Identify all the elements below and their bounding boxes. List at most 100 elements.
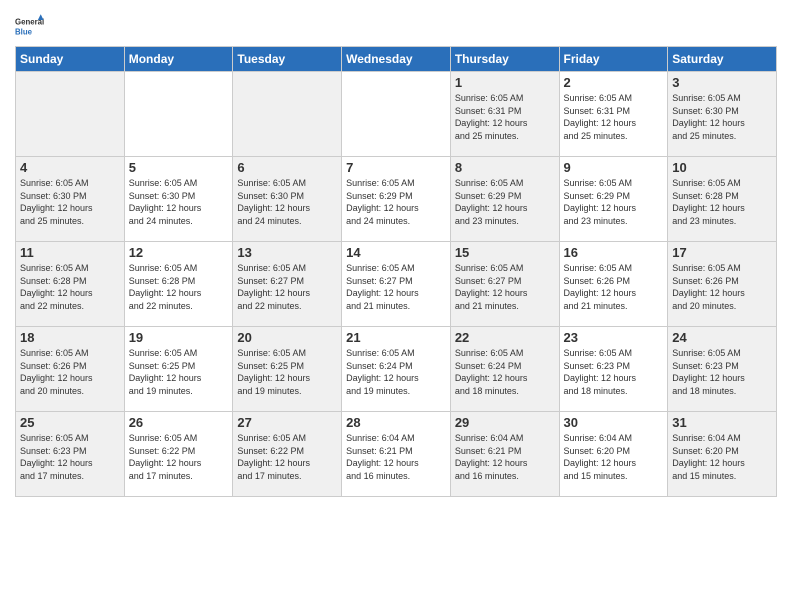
day-info: Sunrise: 6:05 AM Sunset: 6:28 PM Dayligh…	[129, 262, 229, 312]
day-info: Sunrise: 6:04 AM Sunset: 6:20 PM Dayligh…	[564, 432, 664, 482]
calendar-day-cell: 15 Sunrise: 6:05 AM Sunset: 6:27 PM Dayli…	[450, 242, 559, 327]
weekday-header-row: SundayMondayTuesdayWednesdayThursdayFrid…	[16, 47, 777, 72]
day-number: 24	[672, 330, 772, 345]
day-number: 30	[564, 415, 664, 430]
day-info: Sunrise: 6:05 AM Sunset: 6:30 PM Dayligh…	[237, 177, 337, 227]
logo: General Blue	[15, 10, 45, 40]
calendar-day-cell: 29 Sunrise: 6:04 AM Sunset: 6:21 PM Dayli…	[450, 412, 559, 497]
day-info: Sunrise: 6:05 AM Sunset: 6:25 PM Dayligh…	[129, 347, 229, 397]
weekday-header: Monday	[124, 47, 233, 72]
day-info: Sunrise: 6:05 AM Sunset: 6:31 PM Dayligh…	[455, 92, 555, 142]
calendar-week-row: 1 Sunrise: 6:05 AM Sunset: 6:31 PM Daylig…	[16, 72, 777, 157]
day-info: Sunrise: 6:05 AM Sunset: 6:23 PM Dayligh…	[672, 347, 772, 397]
calendar-day-cell: 23 Sunrise: 6:05 AM Sunset: 6:23 PM Dayli…	[559, 327, 668, 412]
calendar-day-cell: 14Sunrise: 6:05 AM Sunset: 6:27 PM Dayli…	[342, 242, 451, 327]
day-info: Sunrise: 6:05 AM Sunset: 6:29 PM Dayligh…	[455, 177, 555, 227]
day-number: 25	[20, 415, 120, 430]
day-number: 17	[672, 245, 772, 260]
calendar-day-cell: 3 Sunrise: 6:05 AM Sunset: 6:30 PM Daylig…	[668, 72, 777, 157]
day-info: Sunrise: 6:05 AM Sunset: 6:30 PM Dayligh…	[129, 177, 229, 227]
day-info: Sunrise: 6:05 AM Sunset: 6:30 PM Dayligh…	[20, 177, 120, 227]
day-info: Sunrise: 6:05 AM Sunset: 6:25 PM Dayligh…	[237, 347, 337, 397]
day-info: Sunrise: 6:05 AM Sunset: 6:29 PM Dayligh…	[346, 177, 446, 227]
day-number: 9	[564, 160, 664, 175]
day-info: Sunrise: 6:05 AM Sunset: 6:23 PM Dayligh…	[20, 432, 120, 482]
calendar-day-cell: 11Sunrise: 6:05 AM Sunset: 6:28 PM Dayli…	[16, 242, 125, 327]
day-info: Sunrise: 6:05 AM Sunset: 6:28 PM Dayligh…	[672, 177, 772, 227]
calendar-day-cell: 21 Sunrise: 6:05 AM Sunset: 6:24 PM Dayli…	[342, 327, 451, 412]
header: General Blue	[15, 10, 777, 40]
day-number: 19	[129, 330, 229, 345]
day-number: 8	[455, 160, 555, 175]
calendar-table: SundayMondayTuesdayWednesdayThursdayFrid…	[15, 46, 777, 497]
day-number: 13	[237, 245, 337, 260]
calendar-day-cell: 16 Sunrise: 6:05 AM Sunset: 6:26 PM Dayli…	[559, 242, 668, 327]
calendar-container: General Blue SundayMondayTuesdayWednesda…	[0, 0, 792, 502]
calendar-day-cell: 6 Sunrise: 6:05 AM Sunset: 6:30 PM Daylig…	[233, 157, 342, 242]
day-info: Sunrise: 6:05 AM Sunset: 6:26 PM Dayligh…	[20, 347, 120, 397]
weekday-header: Wednesday	[342, 47, 451, 72]
day-number: 16	[564, 245, 664, 260]
day-number: 22	[455, 330, 555, 345]
calendar-day-cell: 8 Sunrise: 6:05 AM Sunset: 6:29 PM Daylig…	[450, 157, 559, 242]
day-number: 18	[20, 330, 120, 345]
day-number: 31	[672, 415, 772, 430]
day-info: Sunrise: 6:05 AM Sunset: 6:30 PM Dayligh…	[672, 92, 772, 142]
day-number: 29	[455, 415, 555, 430]
calendar-day-cell: 1 Sunrise: 6:05 AM Sunset: 6:31 PM Daylig…	[450, 72, 559, 157]
day-number: 2	[564, 75, 664, 90]
calendar-week-row: 18 Sunrise: 6:05 AM Sunset: 6:26 PM Dayli…	[16, 327, 777, 412]
day-number: 10	[672, 160, 772, 175]
day-info: Sunrise: 6:05 AM Sunset: 6:27 PM Dayligh…	[455, 262, 555, 312]
calendar-day-cell: 27Sunrise: 6:05 AM Sunset: 6:22 PM Dayli…	[233, 412, 342, 497]
calendar-day-cell: 22 Sunrise: 6:05 AM Sunset: 6:24 PM Dayli…	[450, 327, 559, 412]
calendar-day-cell: 24 Sunrise: 6:05 AM Sunset: 6:23 PM Dayli…	[668, 327, 777, 412]
day-number: 27	[237, 415, 337, 430]
day-number: 21	[346, 330, 446, 345]
calendar-day-cell: 13 Sunrise: 6:05 AM Sunset: 6:27 PM Dayli…	[233, 242, 342, 327]
day-number: 23	[564, 330, 664, 345]
day-info: Sunrise: 6:04 AM Sunset: 6:21 PM Dayligh…	[455, 432, 555, 482]
calendar-day-cell: 20 Sunrise: 6:05 AM Sunset: 6:25 PM Dayli…	[233, 327, 342, 412]
logo-icon: General Blue	[15, 10, 45, 40]
svg-text:Blue: Blue	[15, 27, 33, 36]
calendar-day-cell	[124, 72, 233, 157]
day-info: Sunrise: 6:05 AM Sunset: 6:23 PM Dayligh…	[564, 347, 664, 397]
weekday-header: Thursday	[450, 47, 559, 72]
day-number: 3	[672, 75, 772, 90]
calendar-day-cell: 9 Sunrise: 6:05 AM Sunset: 6:29 PM Daylig…	[559, 157, 668, 242]
calendar-day-cell	[16, 72, 125, 157]
calendar-week-row: 25 Sunrise: 6:05 AM Sunset: 6:23 PM Dayli…	[16, 412, 777, 497]
calendar-week-row: 4Sunrise: 6:05 AM Sunset: 6:30 PM Daylig…	[16, 157, 777, 242]
calendar-day-cell: 28Sunrise: 6:04 AM Sunset: 6:21 PM Dayli…	[342, 412, 451, 497]
day-number: 5	[129, 160, 229, 175]
day-info: Sunrise: 6:05 AM Sunset: 6:24 PM Dayligh…	[455, 347, 555, 397]
calendar-day-cell: 19 Sunrise: 6:05 AM Sunset: 6:25 PM Dayli…	[124, 327, 233, 412]
calendar-day-cell: 10 Sunrise: 6:05 AM Sunset: 6:28 PM Dayli…	[668, 157, 777, 242]
day-info: Sunrise: 6:05 AM Sunset: 6:27 PM Dayligh…	[237, 262, 337, 312]
day-number: 1	[455, 75, 555, 90]
weekday-header: Sunday	[16, 47, 125, 72]
day-number: 6	[237, 160, 337, 175]
weekday-header: Saturday	[668, 47, 777, 72]
day-info: Sunrise: 6:05 AM Sunset: 6:24 PM Dayligh…	[346, 347, 446, 397]
day-info: Sunrise: 6:05 AM Sunset: 6:29 PM Dayligh…	[564, 177, 664, 227]
weekday-header: Friday	[559, 47, 668, 72]
day-info: Sunrise: 6:05 AM Sunset: 6:22 PM Dayligh…	[129, 432, 229, 482]
day-number: 26	[129, 415, 229, 430]
calendar-day-cell: 31 Sunrise: 6:04 AM Sunset: 6:20 PM Dayli…	[668, 412, 777, 497]
calendar-day-cell: 17Sunrise: 6:05 AM Sunset: 6:26 PM Dayli…	[668, 242, 777, 327]
day-number: 14	[346, 245, 446, 260]
day-number: 7	[346, 160, 446, 175]
day-info: Sunrise: 6:04 AM Sunset: 6:20 PM Dayligh…	[672, 432, 772, 482]
day-info: Sunrise: 6:05 AM Sunset: 6:28 PM Dayligh…	[20, 262, 120, 312]
calendar-day-cell	[342, 72, 451, 157]
calendar-day-cell: 7 Sunrise: 6:05 AM Sunset: 6:29 PM Daylig…	[342, 157, 451, 242]
weekday-header: Tuesday	[233, 47, 342, 72]
calendar-day-cell: 18 Sunrise: 6:05 AM Sunset: 6:26 PM Dayli…	[16, 327, 125, 412]
calendar-day-cell: 26 Sunrise: 6:05 AM Sunset: 6:22 PM Dayli…	[124, 412, 233, 497]
day-info: Sunrise: 6:05 AM Sunset: 6:26 PM Dayligh…	[564, 262, 664, 312]
day-number: 20	[237, 330, 337, 345]
day-number: 15	[455, 245, 555, 260]
calendar-week-row: 11Sunrise: 6:05 AM Sunset: 6:28 PM Dayli…	[16, 242, 777, 327]
